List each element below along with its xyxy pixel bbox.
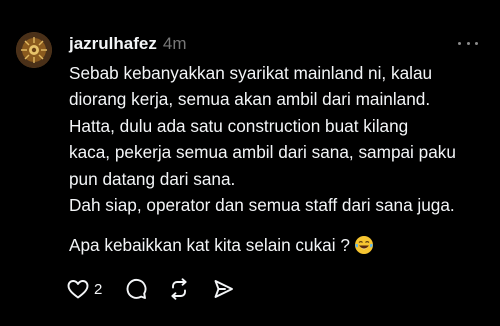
avatar-image	[16, 32, 52, 68]
laughing-tears-emoji-icon	[354, 236, 373, 254]
like-button[interactable]: 2	[66, 274, 102, 304]
heart-icon	[67, 280, 89, 299]
post-body-line: Sebab kebanyakkan syarikat mainland ni, …	[69, 63, 433, 83]
username[interactable]: jazrulhafez	[69, 34, 157, 54]
share-button[interactable]	[211, 274, 235, 304]
comment-icon	[126, 279, 147, 299]
post-body-line: diorang kerja, semua akan ambil dari mai…	[69, 89, 431, 110]
post-body-line: pun datang dari sana.	[69, 168, 236, 189]
send-icon	[214, 280, 234, 298]
post-time: 4m	[162, 34, 187, 53]
repost-button[interactable]	[167, 274, 191, 304]
post-body: Sebab kebanyakkan syarikat mainland ni, …	[69, 60, 494, 218]
post-body-line: Hatta, dulu ada satu construction buat k…	[69, 115, 409, 136]
post-body-line: Dah siap, operator dan semua staff dari …	[69, 195, 455, 216]
post-header: jazrulhafez 4m	[69, 34, 186, 56]
thread-post: jazrulhafez 4m Sebab kebanyakkan syarika…	[0, 0, 500, 326]
repost-icon	[171, 278, 187, 300]
post-question: Apa kebaikkan kat kita selain cukai ?	[69, 232, 374, 258]
question-text: Apa kebaikkan kat kita selain cukai ?	[69, 235, 350, 255]
more-options-icon[interactable]	[458, 38, 478, 48]
like-count: 2	[94, 280, 103, 298]
post-body-line: kaca, pekerja semua ambil dari sana, sam…	[69, 142, 456, 163]
avatar[interactable]	[16, 32, 52, 68]
reply-button[interactable]	[124, 274, 148, 304]
post-actions: 2	[64, 274, 235, 304]
